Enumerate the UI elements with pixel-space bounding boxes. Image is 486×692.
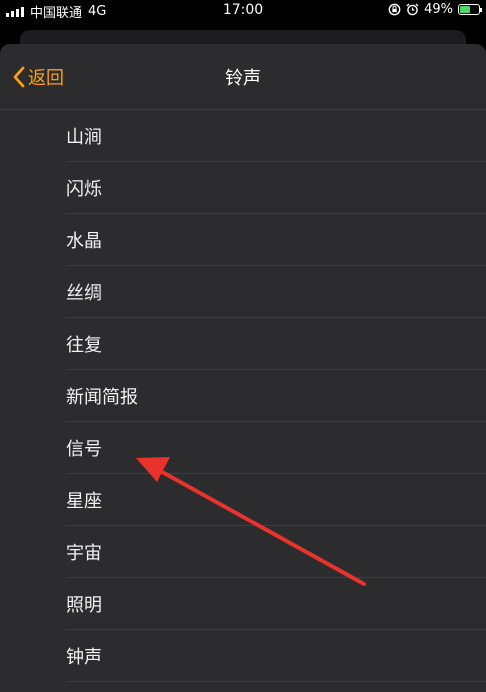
ringtone-label: 钟声 bbox=[66, 647, 102, 668]
ringtone-label: 往复 bbox=[66, 335, 102, 356]
ringtone-item[interactable]: 信号 bbox=[0, 422, 486, 474]
ringtone-item[interactable]: 宇宙 bbox=[0, 526, 486, 578]
ringtone-label: 信号 bbox=[66, 439, 102, 460]
ringtone-label: 照明 bbox=[66, 595, 102, 616]
battery-charging-icon bbox=[458, 4, 482, 15]
ringtone-label: 闪烁 bbox=[66, 179, 102, 200]
ringtone-label: 宇宙 bbox=[66, 543, 102, 564]
battery-percent: 49% bbox=[424, 2, 453, 17]
alarm-icon bbox=[406, 3, 419, 16]
ringtone-item[interactable]: 照明 bbox=[0, 578, 486, 630]
ringtone-list: 山涧闪烁水晶丝绸往复新闻简报信号星座宇宙照明钟声 bbox=[0, 110, 486, 682]
ringtone-item[interactable]: 往复 bbox=[0, 318, 486, 370]
ringtone-label: 水晶 bbox=[66, 231, 102, 252]
lock-rotation-icon bbox=[388, 3, 401, 16]
ringtone-label: 丝绸 bbox=[66, 283, 102, 304]
ringtone-item[interactable]: 星座 bbox=[0, 474, 486, 526]
ringtone-label: 山涧 bbox=[66, 127, 102, 148]
page-title: 铃声 bbox=[225, 68, 261, 89]
ringtone-sheet: 返回 铃声 山涧闪烁水晶丝绸往复新闻简报信号星座宇宙照明钟声 bbox=[0, 44, 486, 692]
ringtone-item[interactable]: 丝绸 bbox=[0, 266, 486, 318]
ringtone-item[interactable]: 新闻简报 bbox=[0, 370, 486, 422]
ringtone-item[interactable]: 钟声 bbox=[0, 630, 486, 682]
ringtone-item[interactable]: 闪烁 bbox=[0, 162, 486, 214]
ringtone-label: 新闻简报 bbox=[66, 387, 138, 408]
ringtone-label: 星座 bbox=[66, 491, 102, 512]
status-bar: 中国联通 4G 17:00 49% bbox=[0, 0, 486, 22]
ringtone-item[interactable]: 山涧 bbox=[0, 110, 486, 162]
status-right: 49% bbox=[388, 2, 482, 17]
row-divider bbox=[66, 681, 486, 682]
ringtone-item[interactable]: 水晶 bbox=[0, 214, 486, 266]
navigation-bar: 返回 铃声 bbox=[0, 44, 486, 110]
